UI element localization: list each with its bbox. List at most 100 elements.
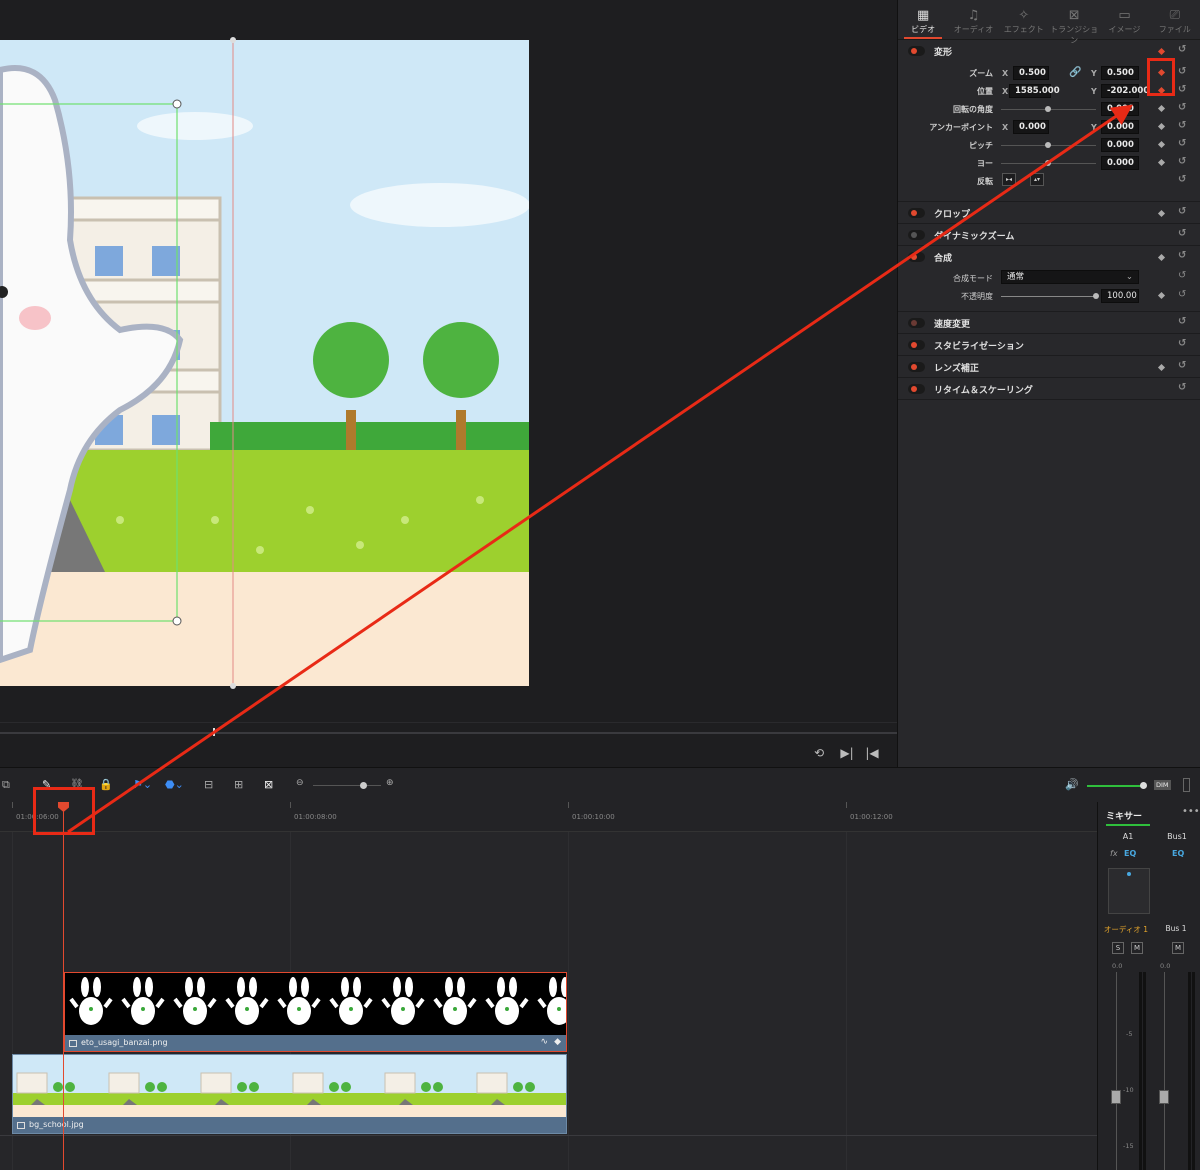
lens-keyframe-icon[interactable]	[1157, 363, 1166, 372]
pitch-keyframe-icon[interactable]	[1157, 140, 1166, 149]
crop-toggle[interactable]	[908, 208, 925, 218]
previous-clip-icon[interactable]: |◀	[863, 745, 881, 761]
yaw-field[interactable]: 0.000	[1101, 156, 1139, 170]
composite-keyframe-icon[interactable]	[1157, 253, 1166, 262]
transform-reset-icon[interactable]: ↺	[1178, 44, 1186, 55]
clip-rabbit[interactable]: eto_usagi_banzai.png ∿ ◆	[64, 972, 567, 1052]
zoom-detail-icon[interactable]: ⊞	[234, 778, 243, 791]
yaw-keyframe-icon[interactable]	[1157, 158, 1166, 167]
flip-vertical-icon[interactable]: ▴▾	[1030, 173, 1044, 186]
crop-reset-icon[interactable]: ↺	[1178, 206, 1186, 217]
anchor-keyframe-icon[interactable]	[1157, 122, 1166, 131]
viewer-canvas[interactable]	[0, 40, 529, 686]
guide-handle-top[interactable]	[230, 37, 236, 43]
zoom-in-icon[interactable]: ⊕	[386, 778, 394, 788]
fader-a1[interactable]	[1111, 1090, 1121, 1104]
scrubber-track[interactable]	[0, 732, 897, 734]
scrubber-marker[interactable]	[213, 728, 215, 736]
playhead-line[interactable]	[63, 802, 64, 1170]
timeline[interactable]: 01:00:06:00 01:00:08:00 01:00:10:00 01:0…	[0, 802, 1097, 1170]
section-retime[interactable]: リタイム＆スケーリング ↺	[898, 378, 1200, 400]
more-options-icon[interactable]: •••	[1182, 806, 1200, 817]
section-lens[interactable]: レンズ補正 ↺	[898, 356, 1200, 378]
zoom-full-icon[interactable]: ⊟	[204, 778, 213, 791]
fx-a1[interactable]: fx	[1110, 849, 1118, 858]
guide-handle-bottom[interactable]	[230, 683, 236, 689]
link-icon[interactable]: 🔗	[1069, 67, 1081, 78]
flip-reset-icon[interactable]: ↺	[1178, 174, 1186, 185]
composite-reset-icon[interactable]: ↺	[1178, 250, 1186, 261]
solo-a1[interactable]: S	[1112, 942, 1124, 954]
marker-icon[interactable]: ⬣⌄	[165, 778, 184, 791]
tab-video[interactable]: ▦ ビデオ	[898, 0, 948, 39]
transform-keyframe-icon[interactable]	[1157, 47, 1166, 56]
retime-reset-icon[interactable]: ↺	[1178, 382, 1186, 393]
zoom-slider[interactable]	[313, 785, 381, 786]
composite-mode-select[interactable]: 通常 ⌄	[1001, 270, 1139, 284]
dynamic-zoom-reset-icon[interactable]: ↺	[1178, 228, 1186, 239]
lens-toggle[interactable]	[908, 362, 925, 372]
anchor-x-field[interactable]: 0.000	[1013, 120, 1049, 134]
position-reset-icon[interactable]: ↺	[1178, 84, 1186, 95]
opacity-slider-knob[interactable]	[1093, 293, 1099, 299]
yaw-slider-knob[interactable]	[1045, 160, 1051, 166]
dynamic-zoom-toggle[interactable]	[908, 230, 925, 240]
lock-icon[interactable]: 🔒	[99, 778, 113, 791]
stabilization-toggle[interactable]	[908, 340, 925, 350]
tab-image[interactable]: ▭ イメージ	[1099, 0, 1149, 39]
opacity-keyframe-icon[interactable]	[1157, 291, 1166, 300]
rotation-field[interactable]: 0.000	[1101, 102, 1139, 116]
link-clips-icon[interactable]: ⧉	[2, 778, 10, 792]
opacity-reset-icon[interactable]: ↺	[1178, 289, 1186, 300]
keyframe-icon[interactable]: ◆	[554, 1037, 561, 1047]
retime-toggle[interactable]	[908, 384, 925, 394]
composite-toggle[interactable]	[908, 252, 925, 262]
dim-button[interactable]: DIM	[1154, 780, 1171, 790]
speaker-icon[interactable]: 🔊	[1065, 778, 1079, 791]
zoom-slider-knob[interactable]	[360, 782, 367, 789]
stabilization-reset-icon[interactable]: ↺	[1178, 338, 1186, 349]
zoom-x-field[interactable]: 0.500	[1013, 66, 1049, 80]
pan-control[interactable]	[1108, 868, 1150, 914]
volume-slider-knob[interactable]	[1140, 782, 1147, 789]
tab-effects[interactable]: ✧ エフェクト	[999, 0, 1049, 39]
speed-reset-icon[interactable]: ↺	[1178, 316, 1186, 327]
section-composite[interactable]: 合成 ↺ 合成モード 通常 ⌄ ↺ 不透明度 100.00 ↺	[898, 246, 1200, 312]
section-stabilization[interactable]: スタビライゼーション ↺	[898, 334, 1200, 356]
zoom-y-field[interactable]: 0.500	[1101, 66, 1139, 80]
position-y-field[interactable]: -202.000	[1101, 84, 1149, 98]
fader-track-bus1[interactable]	[1164, 972, 1165, 1170]
position-x-field[interactable]: 1585.000	[1009, 84, 1060, 98]
rotation-reset-icon[interactable]: ↺	[1178, 102, 1186, 113]
zoom-custom-icon[interactable]: ⊠	[264, 778, 273, 791]
volume-slider[interactable]	[1087, 785, 1143, 787]
rotation-slider-knob[interactable]	[1045, 106, 1051, 112]
pitch-reset-icon[interactable]: ↺	[1178, 138, 1186, 149]
eq-bus1[interactable]: EQ	[1172, 849, 1184, 858]
pitch-field[interactable]: 0.000	[1101, 138, 1139, 152]
mute-bus1[interactable]: M	[1172, 942, 1184, 954]
tab-audio[interactable]: ♫ オーディオ	[948, 0, 998, 39]
transform-toggle[interactable]	[908, 46, 925, 56]
zoom-reset-icon[interactable]: ↺	[1178, 66, 1186, 77]
speed-toggle[interactable]	[908, 318, 925, 328]
opacity-field[interactable]: 100.00	[1101, 289, 1139, 303]
rotation-keyframe-icon[interactable]	[1157, 104, 1166, 113]
loop-icon[interactable]: ⟲	[810, 745, 828, 761]
lens-reset-icon[interactable]: ↺	[1178, 360, 1186, 371]
eq-a1[interactable]: EQ	[1124, 849, 1136, 858]
yaw-reset-icon[interactable]: ↺	[1178, 156, 1186, 167]
mute-a1[interactable]: M	[1131, 942, 1143, 954]
tab-transition[interactable]: ⊠ トランジション	[1049, 0, 1099, 45]
fader-bus1[interactable]	[1159, 1090, 1169, 1104]
clip-school[interactable]: bg_school.jpg	[12, 1054, 567, 1134]
section-speed[interactable]: 速度変更 ↺	[898, 312, 1200, 334]
curve-icon[interactable]: ∿	[540, 1037, 548, 1047]
next-frame-icon[interactable]: ▶|	[838, 745, 856, 761]
zoom-out-icon[interactable]: ⊖	[296, 778, 304, 788]
timeline-ruler[interactable]: 01:00:06:00 01:00:08:00 01:00:10:00 01:0…	[0, 802, 1097, 832]
anchor-y-field[interactable]: 0.000	[1101, 120, 1139, 134]
composite-mode-reset-icon[interactable]: ↺	[1178, 270, 1186, 281]
pitch-slider-knob[interactable]	[1045, 142, 1051, 148]
section-dynamic-zoom[interactable]: ダイナミックズーム ↺	[898, 224, 1200, 246]
